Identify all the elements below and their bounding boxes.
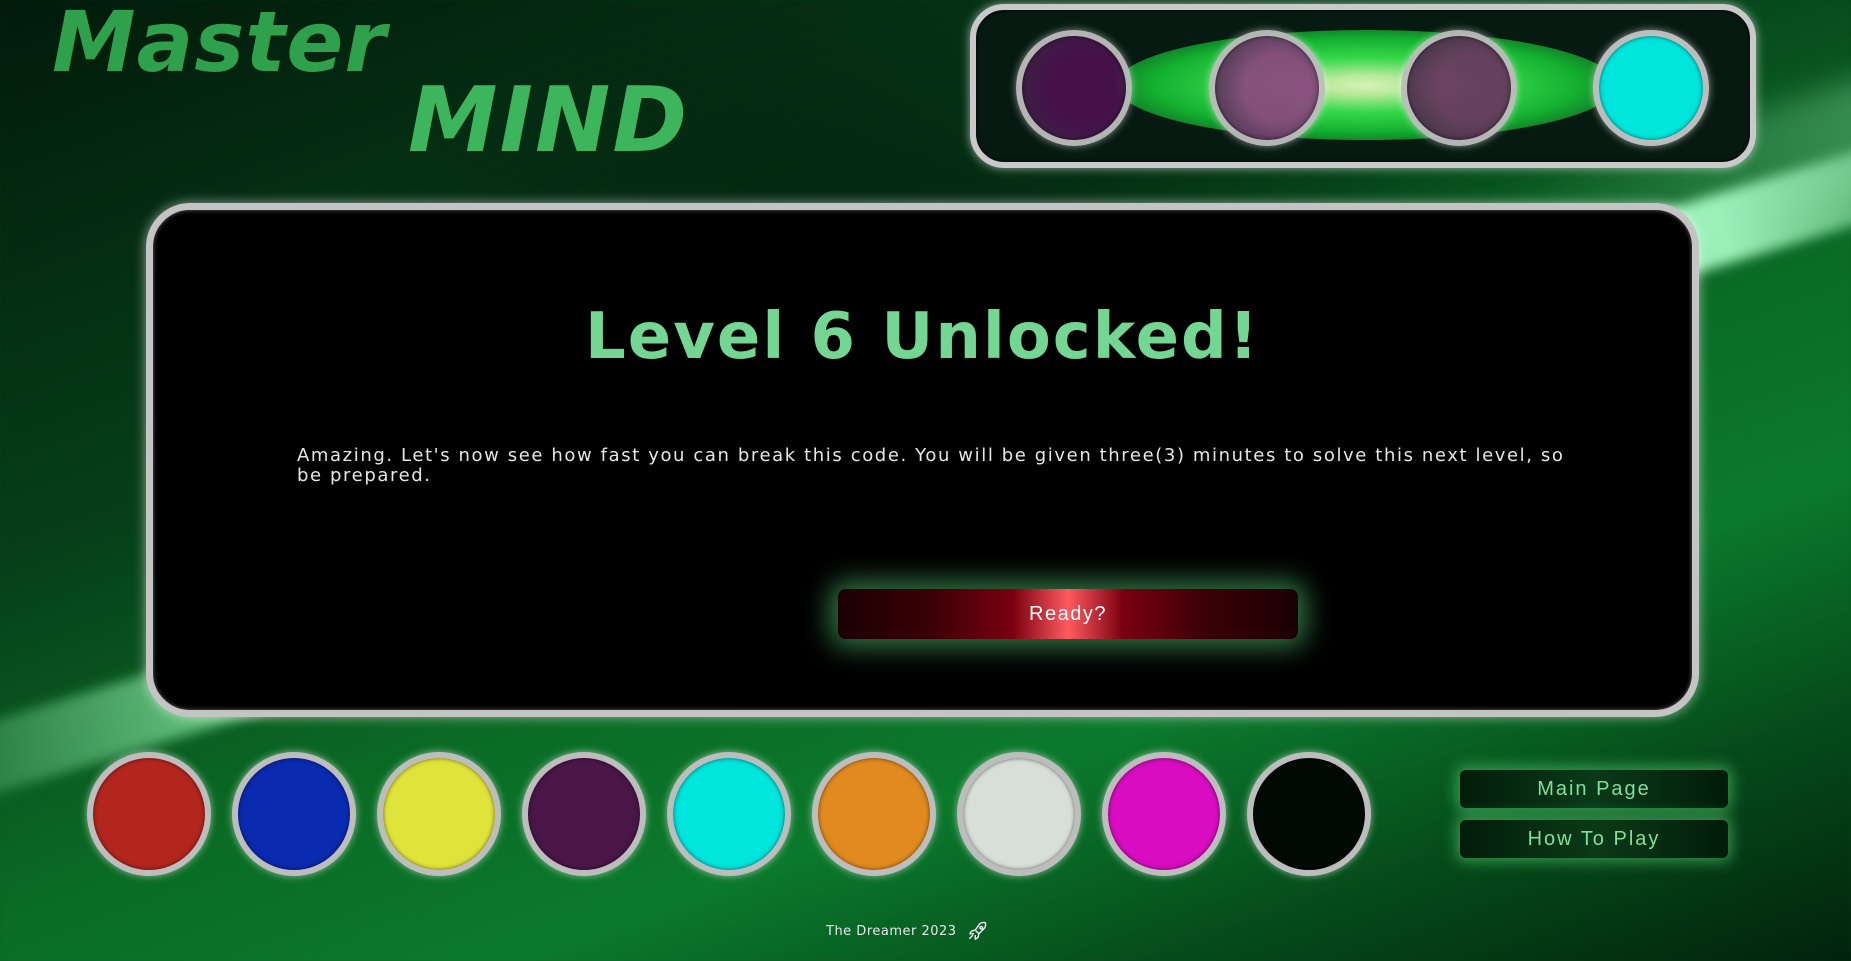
footer-credit: The Dreamer 2023: [826, 923, 957, 939]
how-to-play-button[interactable]: How To Play: [1460, 820, 1728, 858]
logo-word-master: Master: [52, 0, 387, 91]
secret-code-peg: [1016, 30, 1132, 146]
footer: The Dreamer 2023: [826, 920, 989, 942]
secret-code-peg: [1401, 30, 1517, 146]
code-panel-glow: [1116, 30, 1616, 140]
rocket-icon: [967, 920, 989, 942]
ready-button[interactable]: Ready?: [838, 589, 1298, 639]
palette-color-yellow[interactable]: [377, 752, 501, 876]
secret-code-peg: [1209, 30, 1325, 146]
logo-word-mind: MIND: [408, 68, 690, 173]
palette-color-white[interactable]: [957, 752, 1081, 876]
dialog-message: Amazing. Let's now see how fast you can …: [297, 445, 1565, 486]
secret-code-panel: [970, 4, 1756, 168]
level-unlocked-dialog: Level 6 Unlocked! Amazing. Let's now see…: [146, 203, 1699, 717]
palette-color-cyan[interactable]: [667, 752, 791, 876]
palette-color-black[interactable]: [1247, 752, 1371, 876]
palette-color-purple[interactable]: [522, 752, 646, 876]
dialog-title: Level 6 Unlocked!: [585, 300, 1260, 374]
palette-color-blue[interactable]: [232, 752, 356, 876]
palette-color-orange[interactable]: [812, 752, 936, 876]
secret-code-peg: [1593, 30, 1709, 146]
palette-color-red[interactable]: [87, 752, 211, 876]
main-page-button[interactable]: Main Page: [1460, 770, 1728, 808]
palette-color-magenta[interactable]: [1102, 752, 1226, 876]
